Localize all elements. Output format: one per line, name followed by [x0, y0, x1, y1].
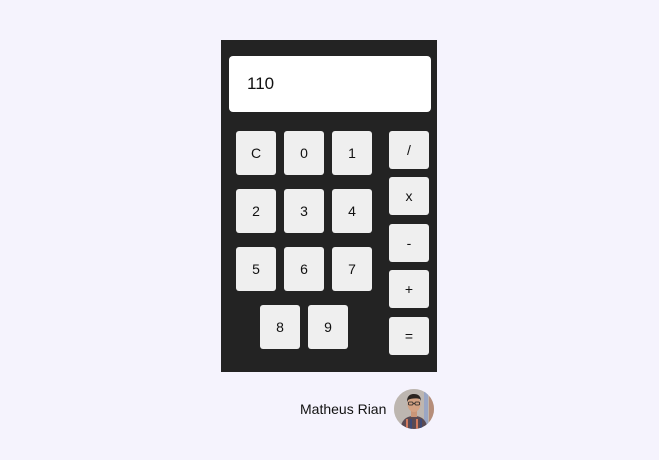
digit-8-button[interactable]: 8: [260, 305, 300, 349]
divide-button[interactable]: /: [389, 131, 429, 169]
author-avatar: [394, 389, 435, 429]
multiply-button[interactable]: x: [389, 177, 429, 215]
digit-9-button[interactable]: 9: [308, 305, 348, 349]
avatar-portrait-icon: [394, 389, 435, 429]
digit-1-button[interactable]: 1: [332, 131, 372, 175]
calculator: 110 C 0 1 2 3 4 5 6 7 8 9 / x - + =: [221, 40, 437, 372]
digit-0-button[interactable]: 0: [284, 131, 324, 175]
author-name: Matheus Rian: [300, 401, 387, 417]
digit-6-button[interactable]: 6: [284, 247, 324, 291]
digit-5-button[interactable]: 5: [236, 247, 276, 291]
subtract-button[interactable]: -: [389, 224, 429, 262]
equals-button[interactable]: =: [389, 317, 429, 355]
digit-4-button[interactable]: 4: [332, 189, 372, 233]
digit-3-button[interactable]: 3: [284, 189, 324, 233]
calculator-display: 110: [229, 56, 431, 112]
clear-button[interactable]: C: [236, 131, 276, 175]
author-credit: Matheus Rian: [300, 388, 435, 430]
digit-7-button[interactable]: 7: [332, 247, 372, 291]
add-button[interactable]: +: [389, 270, 429, 308]
digit-2-button[interactable]: 2: [236, 189, 276, 233]
